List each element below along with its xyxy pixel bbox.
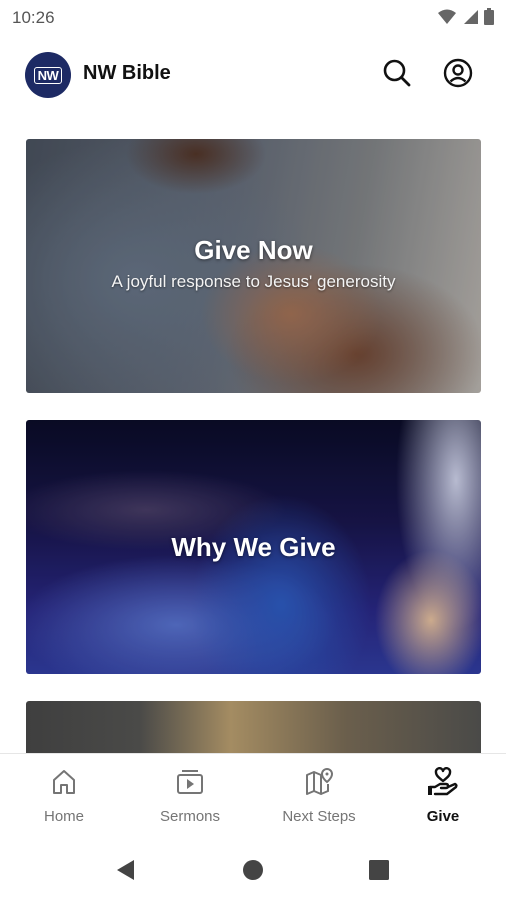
nav-label-next-steps: Next Steps	[282, 808, 356, 825]
card-title: Why We Give	[171, 532, 336, 562]
signal-icon	[462, 9, 478, 30]
bottom-nav: Home Sermons Next Steps Give	[0, 753, 506, 835]
app-title: NW Bible	[83, 62, 171, 84]
system-back-button[interactable]	[110, 855, 140, 885]
give-now-card-text: Give Now A joyful response to Jesus' gen…	[26, 235, 481, 292]
system-nav-bar	[0, 835, 506, 900]
logo-text: NW	[33, 66, 63, 84]
app-logo: NW	[25, 52, 71, 98]
app-header: NW NW Bible	[0, 36, 506, 116]
card-subtitle: A joyful response to Jesus' generosity	[111, 272, 396, 291]
map-pin-icon	[306, 767, 334, 795]
status-time: 10:26	[12, 8, 55, 27]
nav-label-home: Home	[43, 808, 84, 825]
partial-card[interactable]	[26, 701, 481, 753]
nav-label-give: Give	[426, 808, 460, 825]
search-button[interactable]	[380, 56, 414, 90]
nav-label-sermons: Sermons	[159, 808, 221, 825]
nav-item-next-steps[interactable]: Next Steps	[256, 766, 382, 825]
status-icons	[438, 8, 494, 30]
battery-icon	[484, 8, 494, 30]
account-circle-icon	[443, 58, 473, 88]
content-area: Give Now A joyful response to Jesus' gen…	[0, 116, 506, 753]
system-recents-button[interactable]	[364, 855, 394, 885]
nav-item-home[interactable]: Home	[1, 766, 127, 825]
nav-item-give[interactable]: Give	[380, 766, 506, 825]
nav-item-sermons[interactable]: Sermons	[127, 766, 253, 825]
status-bar: 10:26	[0, 0, 506, 36]
why-we-give-card-text: Why We Give	[26, 532, 481, 563]
search-icon	[383, 59, 411, 87]
wifi-icon	[438, 9, 456, 30]
system-home-button[interactable]	[238, 855, 268, 885]
home-circle-icon	[243, 860, 263, 880]
why-we-give-card[interactable]: Why We Give	[26, 420, 481, 674]
card-title: Give Now	[194, 235, 313, 265]
account-button[interactable]	[441, 56, 475, 90]
giving-hand-heart-icon	[428, 767, 458, 796]
back-triangle-icon	[117, 860, 134, 880]
give-now-card[interactable]: Give Now A joyful response to Jesus' gen…	[26, 139, 481, 393]
recents-square-icon	[369, 860, 389, 880]
home-icon	[53, 770, 75, 794]
video-icon	[177, 770, 203, 794]
